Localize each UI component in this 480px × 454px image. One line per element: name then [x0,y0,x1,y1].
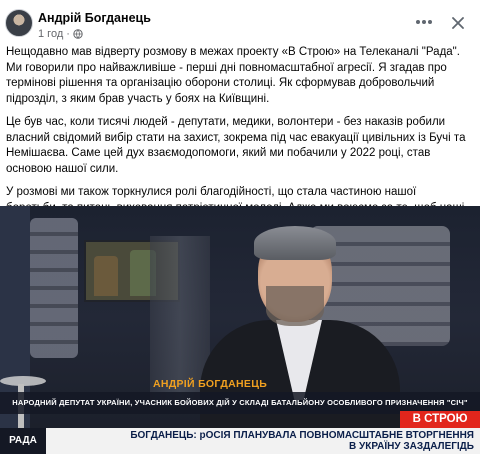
news-ticker: БОГДАНЕЦЬ: рОСІЯ ПЛАНУВАЛА ПОВНОМАСШТАБН… [46,428,480,454]
facebook-post: Андрій Богданець 1 год · Нещодавно мав в… [0,0,480,454]
sandbags-left [30,218,78,358]
video-player[interactable]: АНДРІЙ БОГДАНЕЦЬ НАРОДНИЙ ДЕПУТАТ УКРАЇН… [0,206,480,454]
avatar[interactable] [5,9,33,37]
post-time[interactable]: 1 год [38,28,63,40]
ticker-line-1: БОГДАНЕЦЬ: рОСІЯ ПЛАНУВАЛА ПОВНОМАСШТАБН… [130,430,474,441]
post-paragraph-2: Це був час, коли тисячі людей - депутати… [6,116,466,175]
post-meta: 1 год · [38,28,83,40]
post-paragraph-1: Нещодавно мав відверту розмову в межах п… [6,46,460,105]
author-name[interactable]: Андрій Богданець [38,11,151,25]
more-horizontal-icon [416,20,432,24]
close-icon [452,17,464,29]
globe-icon [73,29,83,39]
lower-third-name: АНДРІЙ БОГДАНЕЦЬ [152,378,268,390]
more-options-button[interactable] [412,10,436,34]
show-name-badge: В СТРОЮ [400,411,480,428]
close-button[interactable] [447,12,469,34]
studio-wall [0,206,30,454]
ticker-line-2: В УКРАЇНУ ЗАЗДАЛЕГІДЬ [349,441,474,452]
channel-logo: РАДА [0,428,46,454]
